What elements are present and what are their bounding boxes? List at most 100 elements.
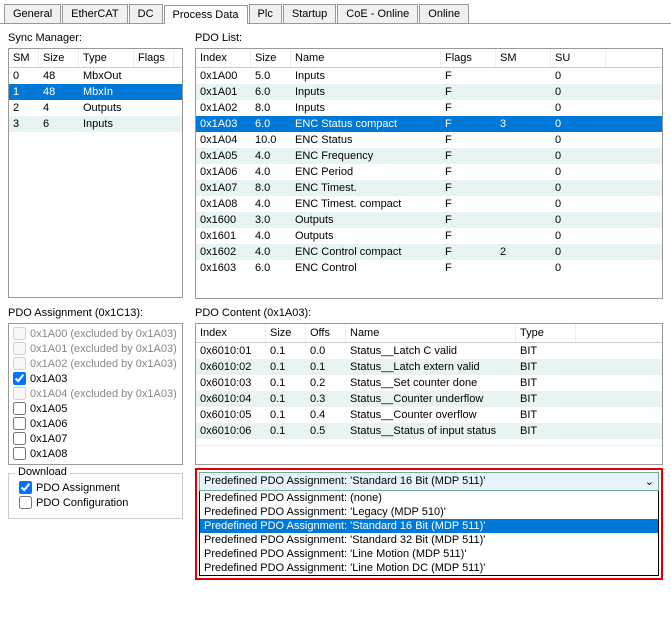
pdo-assignment-item-label: 0x1A07 xyxy=(30,433,67,445)
tab-general[interactable]: General xyxy=(4,4,61,23)
predefined-pdo-combo[interactable]: Predefined PDO Assignment: 'Standard 16 … xyxy=(199,472,659,491)
sync-manager-hscroll[interactable] xyxy=(9,281,182,297)
pdo-assignment-list[interactable]: 0x1A00 (excluded by 0x1A03) 0x1A01 (exclu… xyxy=(8,323,183,465)
table-row[interactable]: 0x6010:060.10.5Status__Status of input s… xyxy=(196,423,662,439)
table-row[interactable]: 0x1A078.0ENC Timest.F0 xyxy=(196,180,662,196)
pdo-assignment-item-label: 0x1A08 xyxy=(30,448,67,460)
column-header[interactable]: Flags xyxy=(441,49,496,67)
table-row[interactable]: 048MbxOut xyxy=(9,68,182,84)
column-header[interactable]: SM xyxy=(9,49,39,67)
column-header[interactable]: Offs xyxy=(306,324,346,342)
download-checkbox[interactable] xyxy=(19,481,32,494)
pdo-assignment-item: 0x1A00 (excluded by 0x1A03) xyxy=(11,326,180,341)
table-row[interactable]: 36Inputs xyxy=(9,116,182,132)
table-row[interactable]: 0x1A0410.0ENC StatusF0 xyxy=(196,132,662,148)
table-row[interactable]: 0x1A064.0ENC PeriodF0 xyxy=(196,164,662,180)
pdo-assignment-item: 0x1A04 (excluded by 0x1A03) xyxy=(11,386,180,401)
pdo-content-label: PDO Content (0x1A03): xyxy=(195,307,663,319)
tab-dc[interactable]: DC xyxy=(129,4,163,23)
table-row[interactable]: 0x16003.0OutputsF0 xyxy=(196,212,662,228)
download-item[interactable]: PDO Assignment xyxy=(17,480,174,495)
predefined-pdo-highlight: Predefined PDO Assignment: 'Standard 16 … xyxy=(195,468,663,580)
pdo-assignment-checkbox xyxy=(13,357,26,370)
download-item-label: PDO Assignment xyxy=(36,482,120,494)
predefined-pdo-option[interactable]: Predefined PDO Assignment: 'Legacy (MDP … xyxy=(200,505,658,519)
pdo-assignment-checkbox xyxy=(13,342,26,355)
table-row[interactable]: 0x1A036.0ENC Status compactF30 xyxy=(196,116,662,132)
pdo-assignment-item[interactable]: 0x1A06 xyxy=(11,416,180,431)
pdo-content-hscroll[interactable] xyxy=(196,445,662,463)
pdo-assignment-item[interactable]: 0x1A08 xyxy=(11,446,180,461)
table-row[interactable]: 148MbxIn xyxy=(9,84,182,100)
pdo-assignment-item: 0x1A02 (excluded by 0x1A03) xyxy=(11,356,180,371)
column-header[interactable]: Size xyxy=(251,49,291,67)
table-row[interactable]: 0x6010:010.10.0Status__Latch C validBIT xyxy=(196,343,662,359)
predefined-pdo-option[interactable]: Predefined PDO Assignment: 'Standard 32 … xyxy=(200,533,658,547)
column-header[interactable]: Name xyxy=(291,49,441,67)
tab-online[interactable]: Online xyxy=(419,4,469,23)
pdo-assignment-item[interactable]: 0x1A05 xyxy=(11,401,180,416)
tab-coe-online[interactable]: CoE - Online xyxy=(337,4,418,23)
table-row[interactable]: 0x16014.0OutputsF0 xyxy=(196,228,662,244)
download-item[interactable]: PDO Configuration xyxy=(17,495,174,510)
tab-plc[interactable]: Plc xyxy=(249,4,282,23)
predefined-pdo-dropdown[interactable]: Predefined PDO Assignment: (none)Predefi… xyxy=(199,491,659,576)
pdo-content-table[interactable]: IndexSizeOffsNameType 0x6010:010.10.0Sta… xyxy=(195,323,663,465)
chevron-down-icon: ⌄ xyxy=(645,475,654,488)
predefined-pdo-option[interactable]: Predefined PDO Assignment: (none) xyxy=(200,491,658,505)
table-row[interactable]: 0x1A016.0InputsF0 xyxy=(196,84,662,100)
sync-manager-label: Sync Manager: xyxy=(8,32,183,44)
column-header[interactable]: Size xyxy=(39,49,79,67)
pdo-assignment-item-label: 0x1A03 xyxy=(30,373,67,385)
column-header[interactable]: Index xyxy=(196,49,251,67)
predefined-pdo-option[interactable]: Predefined PDO Assignment: 'Standard 16 … xyxy=(200,519,658,533)
table-row[interactable]: 0x16024.0ENC Control compactF20 xyxy=(196,244,662,260)
pdo-assignment-item-label: 0x1A01 (excluded by 0x1A03) xyxy=(30,343,177,355)
table-row[interactable]: 0x16036.0ENC ControlF0 xyxy=(196,260,662,276)
predefined-pdo-selected: Predefined PDO Assignment: 'Standard 16 … xyxy=(204,475,485,488)
tab-bar: GeneralEtherCATDCProcess DataPlcStartupC… xyxy=(0,0,671,24)
pdo-assignment-checkbox[interactable] xyxy=(13,432,26,445)
column-header[interactable]: Type xyxy=(79,49,134,67)
pdo-assignment-checkbox xyxy=(13,387,26,400)
table-row[interactable]: 0x1A084.0ENC Timest. compactF0 xyxy=(196,196,662,212)
pdo-assignment-checkbox[interactable] xyxy=(13,447,26,460)
table-row[interactable]: 0x6010:020.10.1Status__Latch extern vali… xyxy=(196,359,662,375)
pdo-assignment-item-label: 0x1A04 (excluded by 0x1A03) xyxy=(30,388,177,400)
pdo-assignment-checkbox[interactable] xyxy=(13,402,26,415)
column-header[interactable]: SU xyxy=(551,49,606,67)
download-legend: Download xyxy=(15,466,70,478)
pdo-assignment-item[interactable]: 0x1A07 xyxy=(11,431,180,446)
table-row[interactable]: 0x6010:050.10.4Status__Counter overflowB… xyxy=(196,407,662,423)
table-row[interactable]: 0x1A054.0ENC FrequencyF0 xyxy=(196,148,662,164)
tab-ethercat[interactable]: EtherCAT xyxy=(62,4,127,23)
table-row[interactable]: 0x6010:030.10.2Status__Set counter doneB… xyxy=(196,375,662,391)
tab-startup[interactable]: Startup xyxy=(283,4,336,23)
download-checkbox[interactable] xyxy=(19,496,32,509)
table-row[interactable]: 24Outputs xyxy=(9,100,182,116)
column-header[interactable]: SM xyxy=(496,49,551,67)
pdo-assignment-item-label: 0x1A02 (excluded by 0x1A03) xyxy=(30,358,177,370)
predefined-pdo-option[interactable]: Predefined PDO Assignment: 'Line Motion … xyxy=(200,547,658,561)
tab-process-data[interactable]: Process Data xyxy=(164,5,248,24)
column-header[interactable]: Size xyxy=(266,324,306,342)
column-header[interactable]: Type xyxy=(516,324,576,342)
table-row[interactable]: 0x6010:040.10.3Status__Counter underflow… xyxy=(196,391,662,407)
pdo-list-table[interactable]: IndexSizeNameFlagsSMSU 0x1A005.0InputsF0… xyxy=(195,48,663,299)
sync-manager-table[interactable]: SMSizeTypeFlags 048MbxOut148MbxIn24Outpu… xyxy=(8,48,183,298)
column-header[interactable]: Name xyxy=(346,324,516,342)
column-header[interactable]: Index xyxy=(196,324,266,342)
pdo-assignment-checkbox xyxy=(13,327,26,340)
pdo-assignment-item-label: 0x1A05 xyxy=(30,403,67,415)
pdo-assignment-checkbox[interactable] xyxy=(13,417,26,430)
pdo-assignment-checkbox[interactable] xyxy=(13,372,26,385)
predefined-pdo-option[interactable]: Predefined PDO Assignment: 'Line Motion … xyxy=(200,561,658,575)
table-row[interactable]: 0x1A028.0InputsF0 xyxy=(196,100,662,116)
pdo-list-label: PDO List: xyxy=(195,32,663,44)
pdo-assignment-item: 0x1A01 (excluded by 0x1A03) xyxy=(11,341,180,356)
pdo-assignment-label: PDO Assignment (0x1C13): xyxy=(8,307,183,319)
table-row[interactable]: 0x1A005.0InputsF0 xyxy=(196,68,662,84)
pdo-assignment-item[interactable]: 0x1A03 xyxy=(11,371,180,386)
download-item-label: PDO Configuration xyxy=(36,497,128,509)
column-header[interactable]: Flags xyxy=(134,49,174,67)
